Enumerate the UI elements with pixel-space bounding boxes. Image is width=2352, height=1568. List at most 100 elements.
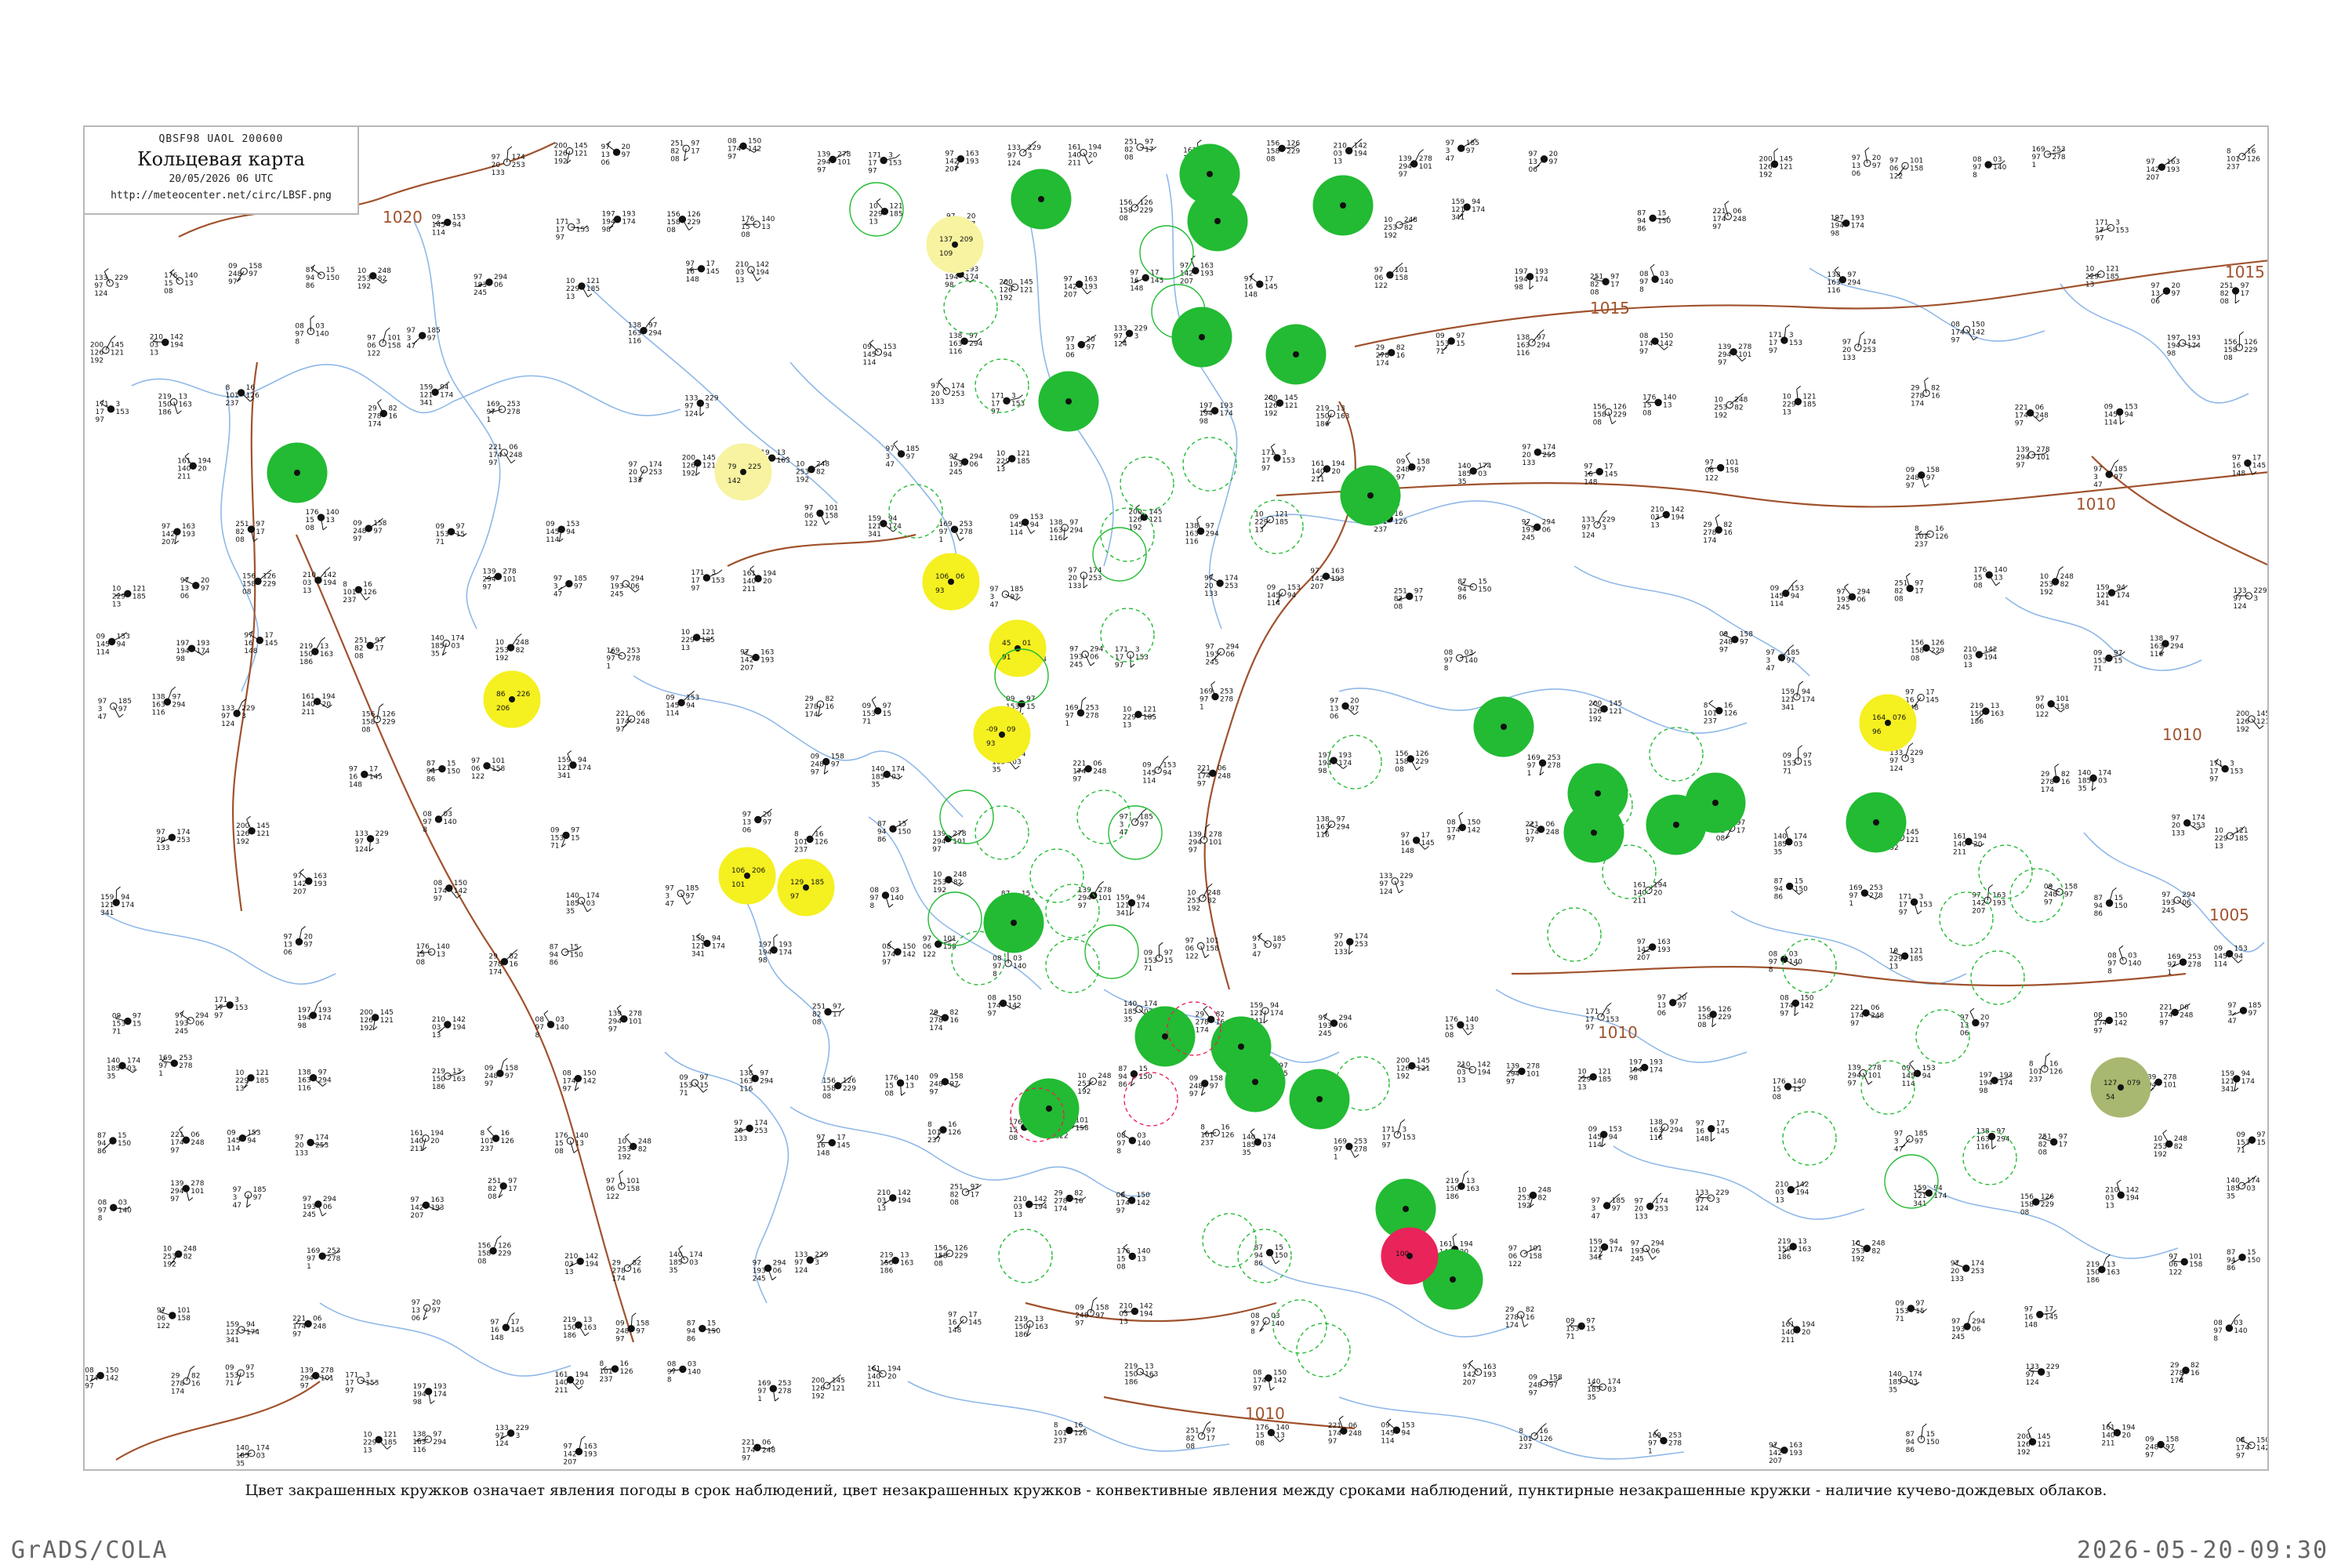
- station-value: 278: [1354, 1145, 1367, 1153]
- station-value: 163: [1316, 823, 1330, 831]
- station-value: 97: [1872, 162, 1881, 170]
- isobar-label: 1010: [1245, 1404, 1285, 1423]
- station-value: 140: [688, 1368, 701, 1376]
- station-value: 35: [1773, 849, 1782, 857]
- station-value: 17: [971, 1192, 979, 1200]
- station-value: 121: [1780, 163, 1793, 171]
- station-value: 207: [1637, 954, 1650, 962]
- station-value: 97: [1905, 689, 1914, 697]
- olive-filled-circle-dot: [2118, 1084, 2124, 1091]
- station-value: 97: [1272, 943, 1281, 951]
- station-value: 248: [811, 761, 824, 769]
- station-value: 17: [264, 632, 273, 640]
- station-value: 08: [361, 726, 371, 734]
- rain-filled-circle-dot: [1595, 790, 1601, 797]
- station-value: 294: [1996, 1136, 2009, 1144]
- station-value: 17: [556, 227, 564, 234]
- station-value: 97: [622, 151, 630, 159]
- station-value: 97: [201, 585, 209, 593]
- station-value: 16: [1221, 1124, 1230, 1132]
- station-value: 253: [618, 1145, 631, 1153]
- station-value: 116: [1185, 538, 1199, 546]
- station-value: 8: [1704, 702, 1708, 710]
- wind-barb-feather: [1270, 443, 1276, 448]
- station-dot: [1087, 1308, 1094, 1317]
- station-value: 86: [1906, 1446, 1915, 1454]
- station-value: 06: [195, 1020, 205, 1028]
- station-value: 158: [2223, 347, 2237, 354]
- station-value: 237: [1374, 526, 1387, 534]
- station-value: 97: [228, 278, 237, 286]
- station-value: 13: [2105, 1202, 2114, 1210]
- station-value: 97: [742, 1454, 750, 1462]
- station-value: 101: [2029, 1068, 2042, 1076]
- station-value: 248: [2044, 891, 2057, 899]
- station-value: 193: [1535, 268, 1548, 276]
- station-value: 193: [622, 211, 636, 219]
- station-value: 229: [681, 637, 695, 644]
- station-value: 122: [471, 773, 485, 781]
- wind-barb-feather: [938, 378, 943, 383]
- station-value: 150: [563, 1324, 576, 1332]
- wind-barb-feather: [1452, 1233, 1457, 1238]
- station-value: 163: [1049, 527, 1062, 535]
- station-value: 16: [363, 581, 372, 589]
- station-value: 17: [375, 644, 383, 652]
- station-value: 185: [2248, 1002, 2261, 1010]
- station-value: 294: [1206, 530, 1219, 538]
- station-value: 245: [1318, 1030, 1331, 1038]
- station-value: 29: [2170, 1362, 2180, 1370]
- station-value: 253: [796, 469, 809, 477]
- station-value: 97: [686, 260, 695, 268]
- station-value: 97: [2227, 1002, 2236, 1010]
- station-value: 97: [1951, 1318, 1960, 1326]
- station-value: 124: [495, 1440, 509, 1448]
- station-value: 221: [488, 444, 502, 452]
- station-value: 185: [253, 1186, 267, 1194]
- station-value: 278: [612, 1267, 626, 1275]
- station-value: 145: [111, 341, 124, 349]
- station-value: 248: [2060, 573, 2074, 581]
- station-value: 245: [1522, 534, 1535, 542]
- station-value: 153: [1609, 1126, 1622, 1134]
- station-value: 116: [412, 1446, 426, 1454]
- station-value: 192: [2040, 589, 2053, 597]
- station-value: 194: [575, 1371, 588, 1379]
- station-value: 97: [1506, 1078, 1515, 1086]
- station-value: 124: [1379, 888, 1392, 896]
- station-value: 237: [1054, 1437, 1067, 1445]
- station-value: 08: [1593, 419, 1602, 426]
- station-dot: [1600, 705, 1608, 713]
- station-value: 17: [256, 528, 264, 536]
- isobar-label: 1010: [2076, 495, 2116, 514]
- station-value: 138: [949, 332, 962, 340]
- station-value: 148: [2232, 470, 2245, 478]
- station-value: 211: [2101, 1439, 2114, 1447]
- station-value: 09: [1142, 761, 1152, 769]
- station-value: 97: [221, 713, 230, 720]
- station-value: 158: [626, 1185, 640, 1193]
- station-value: 97: [1549, 1382, 1558, 1390]
- station-value: 08: [2213, 1319, 2223, 1327]
- station-value: 97: [628, 461, 637, 469]
- station-value: 142: [1972, 899, 1985, 907]
- station-value: 158: [1266, 147, 1279, 155]
- station-value: 142: [1354, 142, 1367, 150]
- station-value: 294: [1857, 588, 1870, 596]
- station-dot: [806, 1256, 814, 1264]
- station-value: 145: [702, 455, 716, 463]
- station-value: 97: [1114, 332, 1123, 340]
- station-value: 163: [583, 1324, 597, 1332]
- station-value: 253: [1668, 1432, 1682, 1440]
- station-value: 15: [326, 267, 335, 274]
- station-value: 97: [407, 327, 416, 335]
- station-value: 13: [1657, 1002, 1666, 1010]
- station-value: 97: [869, 895, 878, 902]
- station-value: 35: [1457, 478, 1466, 486]
- station-value: 97: [345, 1388, 354, 1396]
- station-value: 145: [2104, 411, 2118, 419]
- station-value: 153: [1895, 1308, 1908, 1316]
- station-value: 206: [496, 705, 510, 713]
- station-value: 150: [707, 1328, 720, 1336]
- station-value: 076: [1893, 714, 1906, 722]
